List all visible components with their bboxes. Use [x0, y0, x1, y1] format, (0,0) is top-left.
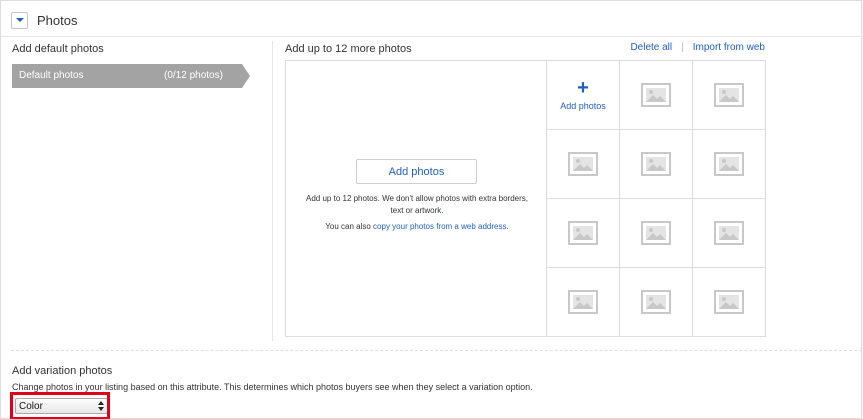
photo-grid: + Add photos [546, 60, 766, 337]
photo-actions: Delete all | Import from web [630, 42, 765, 53]
photo-slot[interactable] [693, 61, 766, 130]
variation-divider [11, 350, 862, 351]
photo-slot[interactable] [547, 130, 620, 199]
chevron-down-icon [15, 18, 24, 22]
delete-all-link[interactable]: Delete all [630, 42, 672, 53]
default-photos-title: Add default photos [12, 43, 104, 55]
copy-from-web-link[interactable]: copy your photos from a web address [373, 222, 506, 231]
variation-photos-title: Add variation photos [12, 365, 113, 377]
image-placeholder-icon [641, 221, 671, 245]
photo-slot[interactable] [547, 199, 620, 268]
add-photos-cell-label: Add photos [560, 100, 606, 111]
image-placeholder-icon [568, 221, 598, 245]
collapse-button[interactable] [11, 11, 28, 29]
default-photos-tab-count: (0/12 photos) [164, 70, 223, 81]
photo-slot[interactable] [620, 130, 693, 199]
select-highlight-box [10, 392, 110, 419]
web-text-prefix: You can also [325, 222, 374, 231]
photo-slot[interactable] [620, 199, 693, 268]
add-photos-button[interactable]: Add photos [356, 159, 477, 184]
photos-panel: Photos Add default photos Default photos… [0, 0, 863, 419]
column-divider [272, 41, 273, 341]
more-photos-title: Add up to 12 more photos [285, 43, 412, 55]
image-placeholder-icon [714, 290, 744, 314]
dropzone-web-text: You can also copy your photos from a web… [286, 222, 548, 231]
image-placeholder-icon [714, 221, 744, 245]
photo-slot[interactable] [693, 268, 766, 337]
image-placeholder-icon [641, 290, 671, 314]
image-placeholder-icon [568, 152, 598, 176]
photo-slot[interactable] [693, 130, 766, 199]
dropzone-help-text: Add up to 12 photos. We don't allow phot… [306, 194, 528, 215]
section-title: Photos [37, 12, 78, 28]
plus-icon: + [577, 76, 589, 99]
photo-slot[interactable] [547, 268, 620, 337]
default-photos-tab-label: Default photos [19, 70, 84, 81]
header-divider [1, 36, 863, 37]
image-placeholder-icon [714, 152, 744, 176]
photo-slot[interactable] [693, 199, 766, 268]
variation-photos-description: Change photos in your listing based on t… [12, 382, 533, 392]
link-separator: | [681, 42, 684, 53]
web-text-suffix: . [506, 222, 509, 231]
import-from-web-link[interactable]: Import from web [693, 42, 765, 53]
photo-slot[interactable] [620, 268, 693, 337]
image-placeholder-icon [714, 83, 744, 107]
photo-slot[interactable] [620, 61, 693, 130]
section-header: Photos [11, 10, 77, 30]
image-placeholder-icon [641, 152, 671, 176]
image-placeholder-icon [641, 83, 671, 107]
default-photos-tab[interactable]: Default photos (0/12 photos) [12, 64, 250, 88]
image-placeholder-icon [568, 290, 598, 314]
add-photos-cell[interactable]: + Add photos [547, 61, 620, 130]
photo-dropzone[interactable]: Add photos Add up to 12 photos. We don't… [285, 60, 547, 337]
